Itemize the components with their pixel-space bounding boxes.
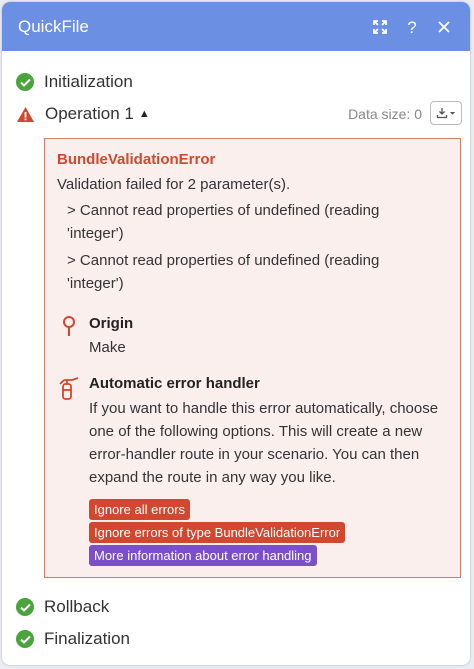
caret-up-icon[interactable]: ▲ [139,108,150,120]
step-label: Initialization [44,72,133,91]
check-icon [16,73,34,91]
step-initialization[interactable]: Initialization [16,72,133,92]
expand-icon[interactable] [366,13,394,41]
error-details-box: BundleValidationError Validation failed … [44,138,461,578]
step-finalization[interactable]: Finalization [16,629,130,649]
close-icon[interactable] [430,13,458,41]
error-message: Validation failed for 2 parameter(s). [57,176,291,193]
step-label: Rollback [44,597,110,616]
check-icon [16,598,34,616]
data-size: Data size: 0 [348,106,422,122]
bundle-inspector-panel: QuickFile ? Initialization Operation 1 ▲… [2,2,470,665]
step-label: Finalization [44,629,130,648]
fire-extinguisher-icon [57,375,81,406]
panel-header: QuickFile ? [2,2,470,51]
warning-icon [16,106,35,123]
step-operation-1[interactable]: Operation 1 ▲ [16,104,150,124]
more-info-error-handling-button[interactable]: More information about error handling [89,545,317,566]
step-label: Operation 1 [45,104,134,123]
handler-text: If you want to handle this error automat… [89,400,439,486]
download-button[interactable] [430,101,462,125]
ignore-all-errors-button[interactable]: Ignore all errors [89,499,191,520]
step-rollback[interactable]: Rollback [16,597,109,617]
panel-title: QuickFile [18,16,89,36]
origin-title: Origin [89,315,134,332]
error-param: > Cannot read properties of undefined (r… [67,202,380,242]
error-param: > Cannot read properties of undefined (r… [67,252,380,292]
svg-text:?: ? [407,19,416,35]
check-icon [16,630,34,648]
download-icon [436,107,456,119]
origin-pin-icon [61,315,77,342]
ignore-errors-of-type-button[interactable]: Ignore errors of type BundleValidationEr… [89,522,346,543]
handler-title: Automatic error handler [89,375,260,392]
error-name: BundleValidationError [57,151,216,168]
origin-value: Make [89,339,126,356]
help-icon[interactable]: ? [398,13,426,41]
